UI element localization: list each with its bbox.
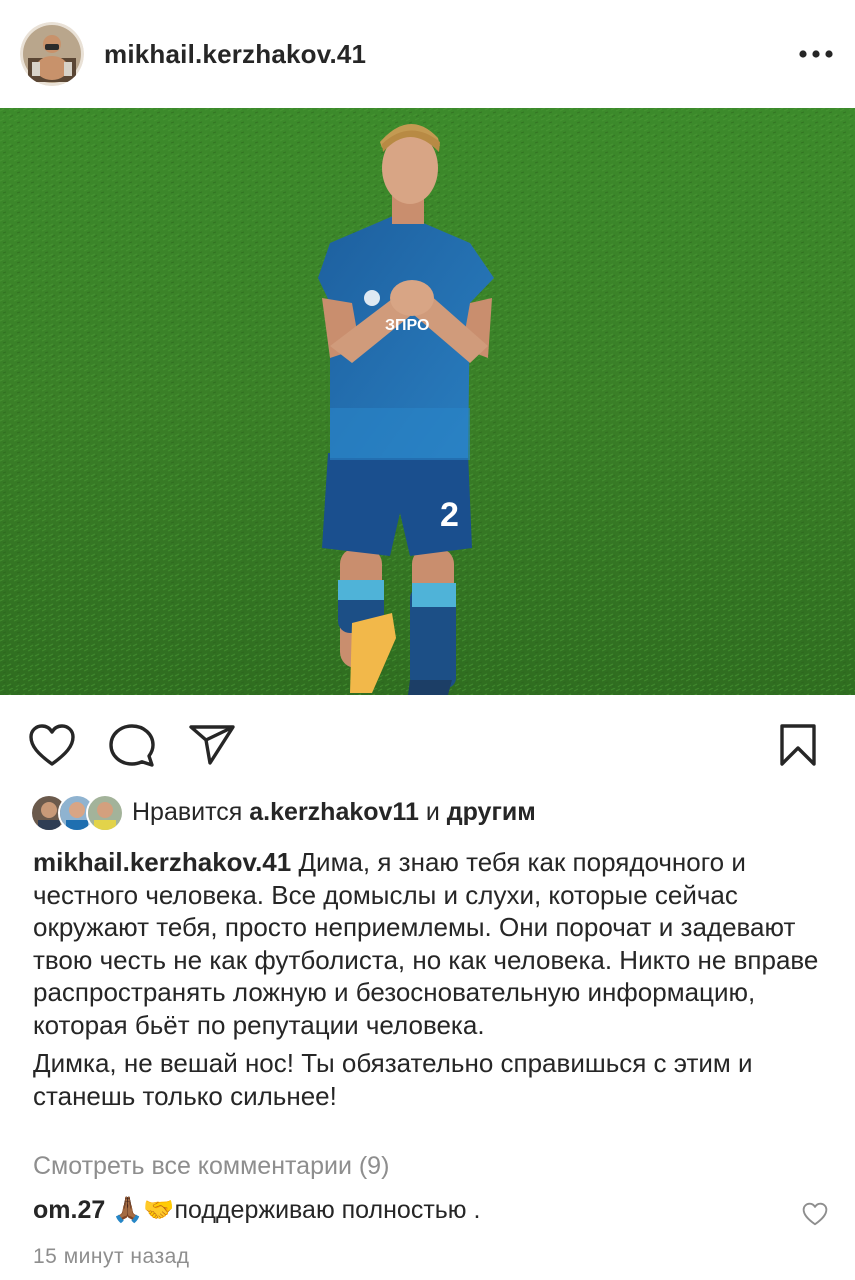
comment-text: поддерживаю полностью . bbox=[174, 1196, 481, 1224]
caption-paragraph: mikhail.kerzhakov.41 Дима, я знаю тебя к… bbox=[33, 846, 833, 1041]
svg-text:2: 2 bbox=[440, 496, 459, 534]
likes-others-link[interactable]: другим bbox=[447, 798, 536, 827]
post-header: mikhail.kerzhakov.41 bbox=[0, 0, 855, 108]
paper-plane-icon[interactable] bbox=[188, 723, 236, 772]
view-all-comments-link[interactable]: Смотреть все комментарии (9) bbox=[33, 1152, 389, 1181]
action-bar bbox=[0, 695, 855, 795]
comment-row: om.27 🙏🏾🤝 поддерживаю полностью . bbox=[33, 1196, 823, 1225]
likes-and: и bbox=[425, 797, 440, 826]
heart-icon[interactable] bbox=[28, 723, 76, 772]
more-dots-icon[interactable] bbox=[793, 39, 833, 69]
heart-icon[interactable] bbox=[802, 1202, 828, 1231]
post-username[interactable]: mikhail.kerzhakov.41 bbox=[104, 39, 793, 70]
comment-username[interactable]: om.27 bbox=[33, 1196, 105, 1225]
svg-text:ЗПРО: ЗПРО bbox=[385, 317, 429, 334]
avatar[interactable] bbox=[20, 22, 84, 86]
liker-avatars bbox=[30, 794, 124, 832]
caption-paragraph: Димка, не вешай нос! Ты обязательно спра… bbox=[33, 1048, 753, 1111]
likes-summary[interactable]: Нравится a.kerzhakov11 и другим bbox=[30, 790, 536, 834]
post-timestamp: 15 минут назад bbox=[33, 1245, 190, 1268]
post-photo[interactable]: 2 ЗПРО bbox=[0, 108, 855, 695]
avatar bbox=[86, 794, 124, 832]
caption-username[interactable]: mikhail.kerzhakov.41 bbox=[33, 847, 291, 877]
bookmark-icon[interactable] bbox=[778, 723, 818, 772]
comment-emoji: 🙏🏾🤝 bbox=[112, 1196, 175, 1224]
likes-prefix: Нравится bbox=[132, 797, 243, 826]
post-caption: mikhail.kerzhakov.41 Дима, я знаю тебя к… bbox=[33, 846, 833, 1112]
liker-username[interactable]: a.kerzhakov11 bbox=[249, 798, 419, 827]
comment-bubble-icon[interactable] bbox=[108, 723, 156, 774]
